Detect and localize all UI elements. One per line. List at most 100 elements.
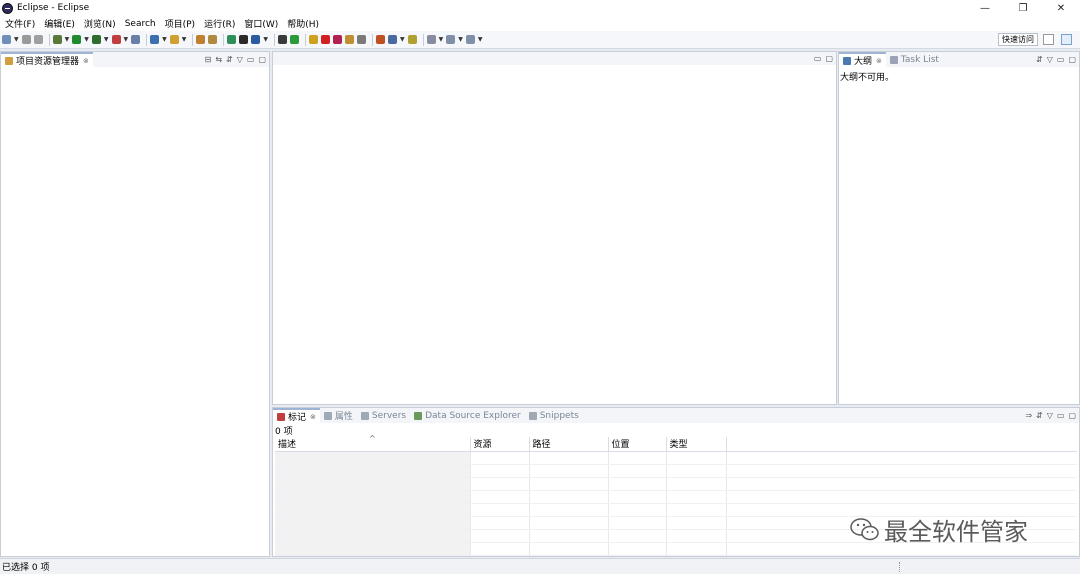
close-tab-icon[interactable]: ⊗ <box>310 413 316 421</box>
toolbar-tool-icon[interactable] <box>52 35 62 44</box>
toolbar-tool-icon[interactable] <box>290 35 299 44</box>
toolbar-tool-icon[interactable] <box>407 35 417 44</box>
link-with-editor-icon[interactable]: ⇆ <box>215 55 222 64</box>
minimize-editor-icon[interactable]: ▭ <box>814 54 822 63</box>
tab-markers[interactable]: 标记 ⊗ <box>273 408 320 423</box>
toolbar-tool-icon[interactable] <box>345 35 354 44</box>
minimize-view-icon[interactable]: ▭ <box>247 55 255 64</box>
column-header-type[interactable]: 类型 <box>666 437 727 452</box>
toolbar-tool-icon[interactable] <box>388 35 397 44</box>
menu-help[interactable]: 帮助(H) <box>287 17 319 30</box>
view-menu-icon[interactable]: ▽ <box>237 55 243 64</box>
filter-icon[interactable]: ⇒ <box>1025 411 1032 420</box>
toolbar-tool-icon[interactable] <box>376 35 385 44</box>
tab-data-source-explorer[interactable]: Data Source Explorer <box>410 408 525 423</box>
toolbar-tool-icon[interactable] <box>357 35 366 44</box>
focus-icon[interactable]: ⇵ <box>1036 411 1043 420</box>
column-header-location[interactable]: 位置 <box>608 437 667 452</box>
dropdown-arrow-icon[interactable]: ▼ <box>104 36 109 43</box>
focus-icon[interactable]: ⇵ <box>1036 55 1043 64</box>
dropdown-arrow-icon[interactable]: ▼ <box>65 36 70 43</box>
maximize-view-icon[interactable]: ▢ <box>1068 411 1076 420</box>
close-window-button[interactable]: ✕ <box>1042 0 1080 16</box>
toolbar-tool-icon[interactable] <box>251 35 261 44</box>
minimize-view-icon[interactable]: ▭ <box>1057 55 1065 64</box>
editor-area-header: ▭ ▢ <box>273 52 836 65</box>
view-menu-icon[interactable]: ▽ <box>1047 55 1053 64</box>
dropdown-arrow-icon[interactable]: ▼ <box>458 36 463 43</box>
close-tab-icon[interactable]: ⊗ <box>83 57 89 65</box>
table-cell <box>608 529 667 543</box>
toolbar-tool-icon[interactable] <box>239 35 249 44</box>
toolbar-tool-icon[interactable] <box>131 35 141 44</box>
table-cell <box>275 477 471 491</box>
toolbar-tool-icon[interactable] <box>111 35 121 44</box>
dropdown-arrow-icon[interactable]: ▼ <box>162 36 167 43</box>
view-menu-icon[interactable]: ▽ <box>1047 411 1053 420</box>
menu-project[interactable]: 项目(P) <box>165 17 195 30</box>
toolbar-tool-icon[interactable] <box>72 35 82 44</box>
collapse-all-icon[interactable]: ⊟ <box>205 55 212 64</box>
table-cell <box>529 451 609 465</box>
toolbar-tool-icon[interactable] <box>33 35 43 44</box>
menu-run[interactable]: 运行(R) <box>204 17 235 30</box>
dropdown-arrow-icon[interactable]: ▼ <box>478 36 483 43</box>
toolbar-tool-icon[interactable] <box>426 35 436 44</box>
column-header-path[interactable]: 路径 <box>529 437 609 452</box>
maximize-view-icon[interactable]: ▢ <box>258 55 266 64</box>
dropdown-arrow-icon[interactable]: ▼ <box>84 36 89 43</box>
column-header-description[interactable]: 描述 ^ <box>275 434 471 452</box>
toolbar-tool-icon[interactable] <box>465 35 475 44</box>
toolbar-tool-icon[interactable] <box>227 35 237 44</box>
dropdown-arrow-icon[interactable]: ▼ <box>400 36 405 43</box>
outline-tools: ⇵ ▽ ▭ ▢ <box>1032 52 1076 67</box>
menu-search[interactable]: Search <box>125 19 156 29</box>
tab-snippets[interactable]: Snippets <box>525 408 583 423</box>
menu-window[interactable]: 窗口(W) <box>244 17 278 30</box>
close-tab-icon[interactable]: ⊗ <box>876 57 882 65</box>
menu-navigate[interactable]: 浏览(N) <box>84 17 116 30</box>
toolbar-tool-icon[interactable] <box>309 35 318 44</box>
table-row <box>275 477 1077 491</box>
toolbar-tool-icon[interactable] <box>446 35 456 44</box>
table-cell <box>666 490 727 504</box>
tab-properties[interactable]: 属性 <box>320 408 357 423</box>
java-ee-perspective-icon[interactable] <box>1061 34 1072 45</box>
dropdown-arrow-icon[interactable]: ▼ <box>124 36 129 43</box>
table-cell <box>726 464 1077 478</box>
minimize-button[interactable]: — <box>966 0 1004 16</box>
column-header-resource[interactable]: 资源 <box>470 437 530 452</box>
table-cell <box>470 542 530 556</box>
toolbar-tool-icon[interactable] <box>278 35 287 44</box>
open-perspective-icon[interactable] <box>1043 34 1054 45</box>
menu-file[interactable]: 文件(F) <box>5 17 35 30</box>
maximize-view-icon[interactable]: ▢ <box>1068 55 1076 64</box>
toolbar-tool-icon[interactable] <box>333 35 342 44</box>
focus-icon[interactable]: ⇵ <box>226 55 233 64</box>
dropdown-arrow-icon[interactable]: ▼ <box>263 36 268 43</box>
toolbar-tool-icon[interactable] <box>196 35 206 44</box>
tab-task-list[interactable]: Task List <box>886 52 943 67</box>
menu-edit[interactable]: 编辑(E) <box>44 17 75 30</box>
toolbar-tool-icon[interactable] <box>169 35 179 44</box>
tab-project-explorer[interactable]: 项目资源管理器 ⊗ <box>1 52 93 67</box>
toolbar-tool-icon[interactable] <box>21 35 31 44</box>
task-list-icon <box>889 55 898 64</box>
restore-button[interactable]: ❐ <box>1004 0 1042 16</box>
dropdown-arrow-icon[interactable]: ▼ <box>14 36 19 43</box>
maximize-editor-icon[interactable]: ▢ <box>825 54 833 63</box>
quick-access-field[interactable]: 快速访问 <box>998 33 1038 46</box>
toolbar-tool-icon[interactable] <box>150 35 160 44</box>
snippets-icon <box>528 411 537 420</box>
tab-outline[interactable]: 大纲 ⊗ <box>839 52 886 67</box>
toolbar-tool-icon[interactable] <box>2 35 11 44</box>
toolbar-tool-icon[interactable] <box>208 35 218 44</box>
toolbar-tool-icon[interactable] <box>321 35 330 44</box>
watermark-text: 最全软件管家 <box>884 518 1028 546</box>
dropdown-arrow-icon[interactable]: ▼ <box>182 36 187 43</box>
table-cell <box>608 490 667 504</box>
tab-servers[interactable]: Servers <box>357 408 410 423</box>
toolbar-tool-icon[interactable] <box>91 35 101 44</box>
dropdown-arrow-icon[interactable]: ▼ <box>439 36 444 43</box>
minimize-view-icon[interactable]: ▭ <box>1057 411 1065 420</box>
